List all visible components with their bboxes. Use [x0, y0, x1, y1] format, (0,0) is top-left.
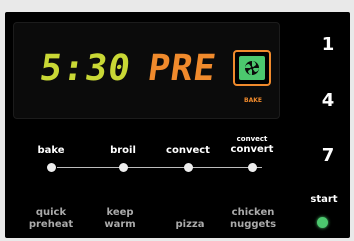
chicken-nuggets-line1: chicken	[231, 207, 275, 218]
oven-control-panel: 5:30 PRE BAKE 1 4 7 start bake broil con…	[5, 12, 350, 238]
keep-warm-line1: keep	[106, 207, 134, 218]
convect-convert-button[interactable]	[248, 163, 257, 172]
bake-button[interactable]	[47, 163, 56, 172]
broil-button[interactable]	[119, 163, 128, 172]
keep-warm-line2: warm	[104, 218, 136, 230]
convect-convert-button-label[interactable]: convect convert	[222, 135, 282, 155]
convect-convert-bottom: convert	[230, 143, 274, 155]
start-led-button[interactable]	[317, 217, 328, 228]
display-time: 5:30	[37, 48, 134, 89]
convect-button-label[interactable]: convect	[158, 145, 218, 156]
key-7[interactable]: 7	[316, 145, 340, 166]
display-mode: PRE	[145, 48, 219, 89]
keep-warm-button[interactable]: keep warm	[88, 207, 152, 230]
chicken-nuggets-button[interactable]: chicken nuggets	[221, 207, 285, 230]
key-1[interactable]: 1	[316, 34, 340, 55]
convection-fan-icon	[233, 50, 271, 86]
bake-indicator: BAKE	[244, 97, 262, 104]
chicken-nuggets-line2: nuggets	[229, 218, 277, 230]
oven-display: 5:30 PRE BAKE	[13, 22, 280, 119]
quick-preheat-line1: quick	[35, 207, 67, 218]
mode-selector-track	[57, 167, 262, 168]
quick-preheat-line2: preheat	[28, 218, 74, 230]
quick-preheat-button[interactable]: quick preheat	[19, 207, 83, 230]
convect-convert-top: convect	[236, 135, 268, 143]
bake-button-label[interactable]: bake	[21, 145, 81, 156]
convect-button[interactable]	[184, 163, 193, 172]
start-label[interactable]: start	[304, 194, 344, 205]
key-4[interactable]: 4	[316, 90, 340, 111]
broil-button-label[interactable]: broil	[93, 145, 153, 156]
pizza-button[interactable]: pizza	[158, 219, 222, 231]
